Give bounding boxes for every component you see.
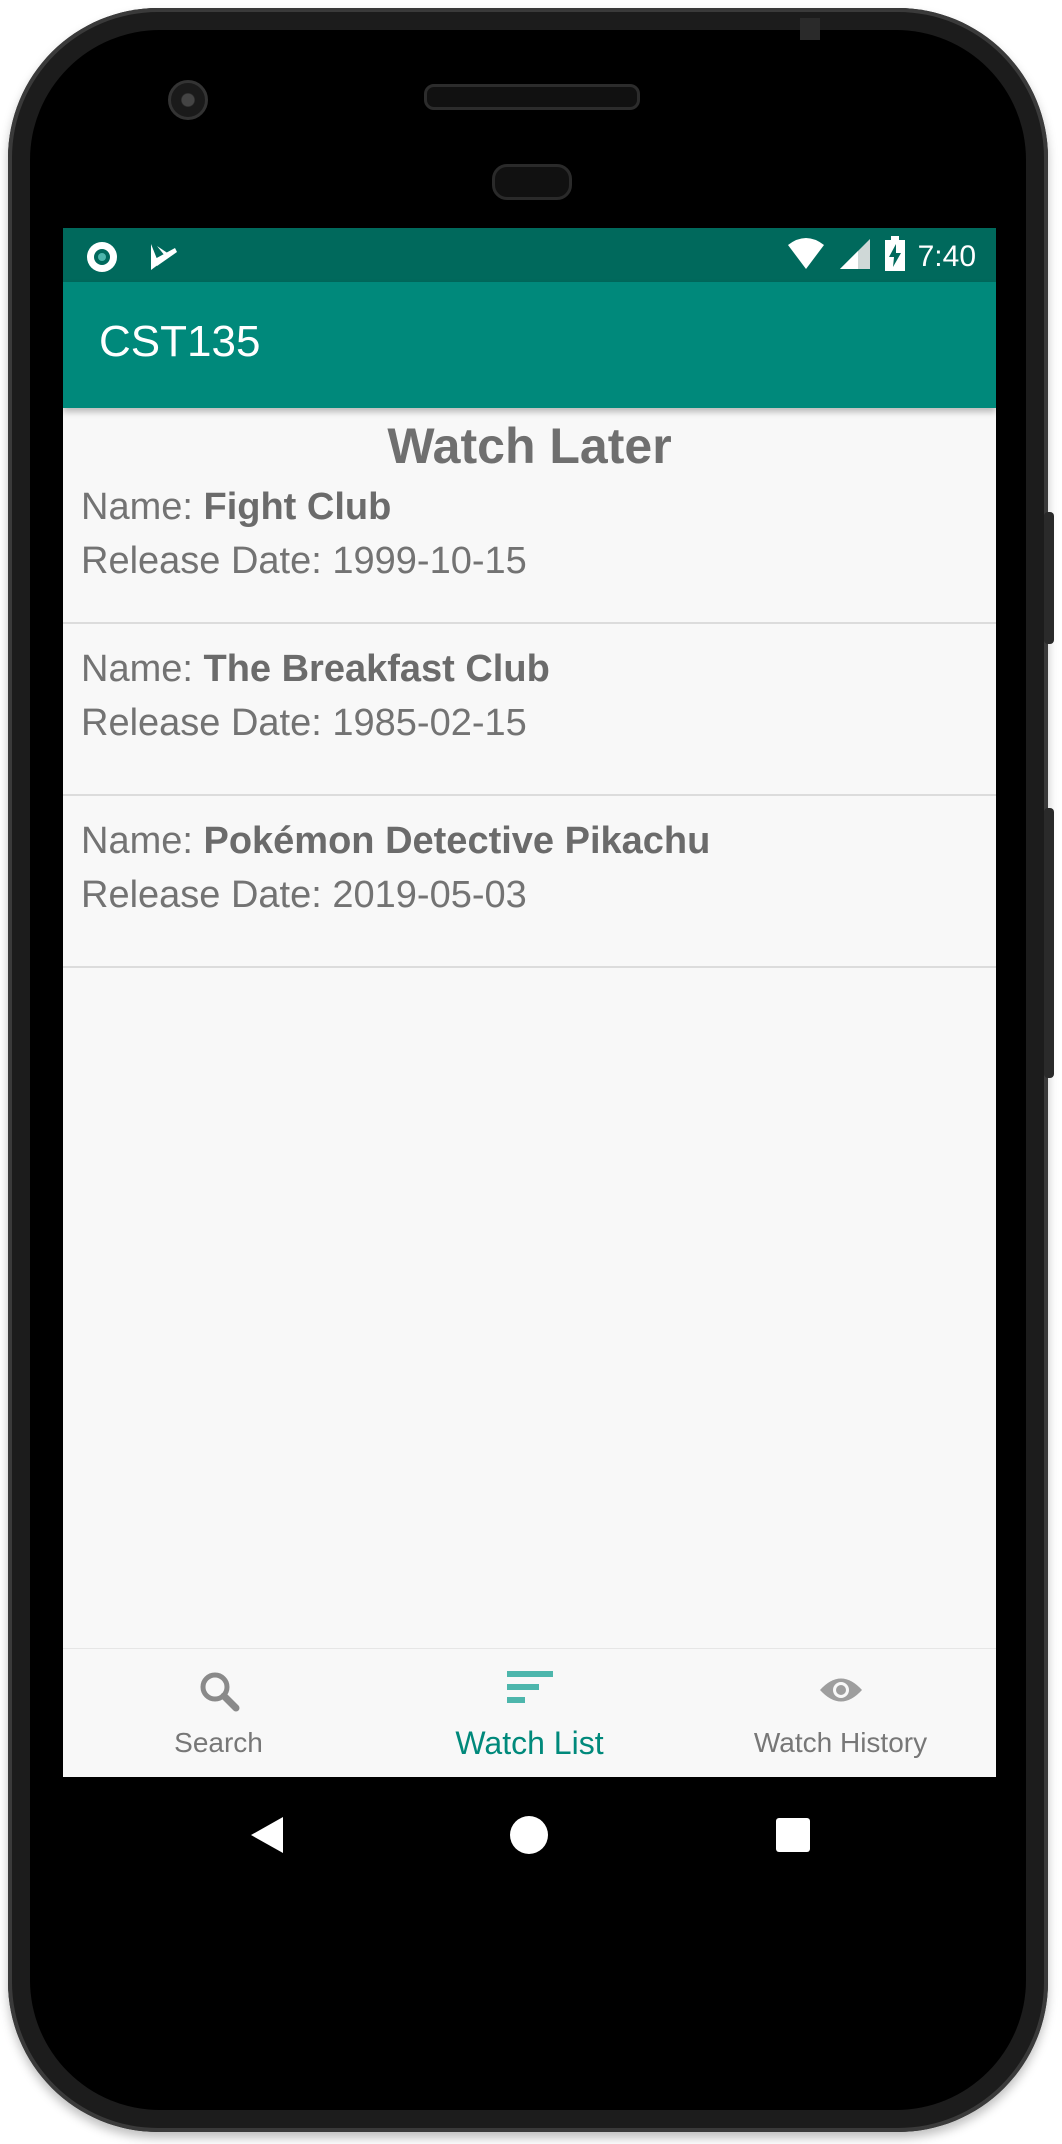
- battery-charging-icon: [884, 236, 906, 277]
- movie-name-line: Name: Pokémon Detective Pikachu: [81, 814, 996, 868]
- app-screen: 7:40 CST135 Watch Later Name: Fight Club…: [63, 228, 996, 1777]
- nav-label-search: Search: [174, 1727, 263, 1758]
- front-camera: [168, 80, 208, 120]
- release-date: 2019-05-03: [332, 874, 527, 916]
- cell-signal-icon: [838, 237, 872, 276]
- name-label: Name:: [81, 486, 204, 528]
- nav-item-watch-history[interactable]: Watch History: [685, 1649, 996, 1777]
- movie-name: The Breakfast Club: [203, 648, 550, 690]
- nav-label-watch-list: Watch List: [455, 1725, 604, 1761]
- release-date-line: Release Date: 2019-05-03: [81, 868, 996, 922]
- movie-name-line: Name: The Breakfast Club: [81, 642, 996, 696]
- status-clock: 7:40: [917, 239, 976, 273]
- earpiece-speaker: [424, 84, 640, 110]
- system-navigation-bar: [63, 1777, 996, 1891]
- proximity-sensor: [492, 164, 572, 200]
- power-button: [1044, 512, 1054, 644]
- status-bar: 7:40: [63, 228, 996, 282]
- name-label: Name:: [81, 820, 204, 862]
- movie-name: Fight Club: [203, 486, 392, 528]
- app-bar: CST135: [63, 282, 996, 408]
- nav-item-watch-list[interactable]: Watch List: [374, 1649, 685, 1777]
- app-title: CST135: [99, 317, 261, 366]
- release-date-line: Release Date: 1985-02-15: [81, 696, 996, 750]
- release-date-label: Release Date:: [81, 874, 333, 916]
- back-icon[interactable]: [249, 1815, 285, 1860]
- radio-record-icon: [85, 240, 119, 279]
- release-date-label: Release Date:: [81, 702, 333, 744]
- page-title: Watch Later: [387, 418, 672, 474]
- eye-icon: [818, 1669, 864, 1710]
- bottom-navigation: Search Watch List Watch History: [63, 1648, 996, 1777]
- release-date-label: Release Date:: [81, 540, 333, 582]
- search-icon: [197, 1669, 241, 1718]
- home-icon[interactable]: [509, 1815, 549, 1860]
- movie-list-item[interactable]: Name: Pokémon Detective Pikachu Release …: [63, 814, 996, 968]
- movie-list-item[interactable]: Name: The Breakfast Club Release Date: 1…: [63, 642, 996, 796]
- movie-list-item[interactable]: Name: Fight Club Release Date: 1999-10-1…: [63, 480, 996, 624]
- watch-later-content: Watch Later Name: Fight Club Release Dat…: [63, 408, 996, 968]
- volume-button: [1044, 808, 1054, 1078]
- movie-name: Pokémon Detective Pikachu: [203, 820, 711, 862]
- name-label: Name:: [81, 648, 204, 690]
- nav-item-search[interactable]: Search: [63, 1649, 374, 1777]
- top-button: [800, 18, 820, 40]
- release-date-line: Release Date: 1999-10-15: [81, 534, 996, 588]
- play-store-notification-icon: [147, 240, 181, 279]
- release-date: 1999-10-15: [332, 540, 527, 582]
- nav-label-watch-history: Watch History: [753, 1727, 928, 1758]
- wifi-icon: [786, 237, 826, 276]
- movie-list: Name: Fight Club Release Date: 1999-10-1…: [63, 480, 996, 968]
- recents-icon[interactable]: [775, 1817, 811, 1858]
- list-icon: [505, 1669, 555, 1710]
- movie-name-line: Name: Fight Club: [81, 480, 996, 534]
- release-date: 1985-02-15: [332, 702, 527, 744]
